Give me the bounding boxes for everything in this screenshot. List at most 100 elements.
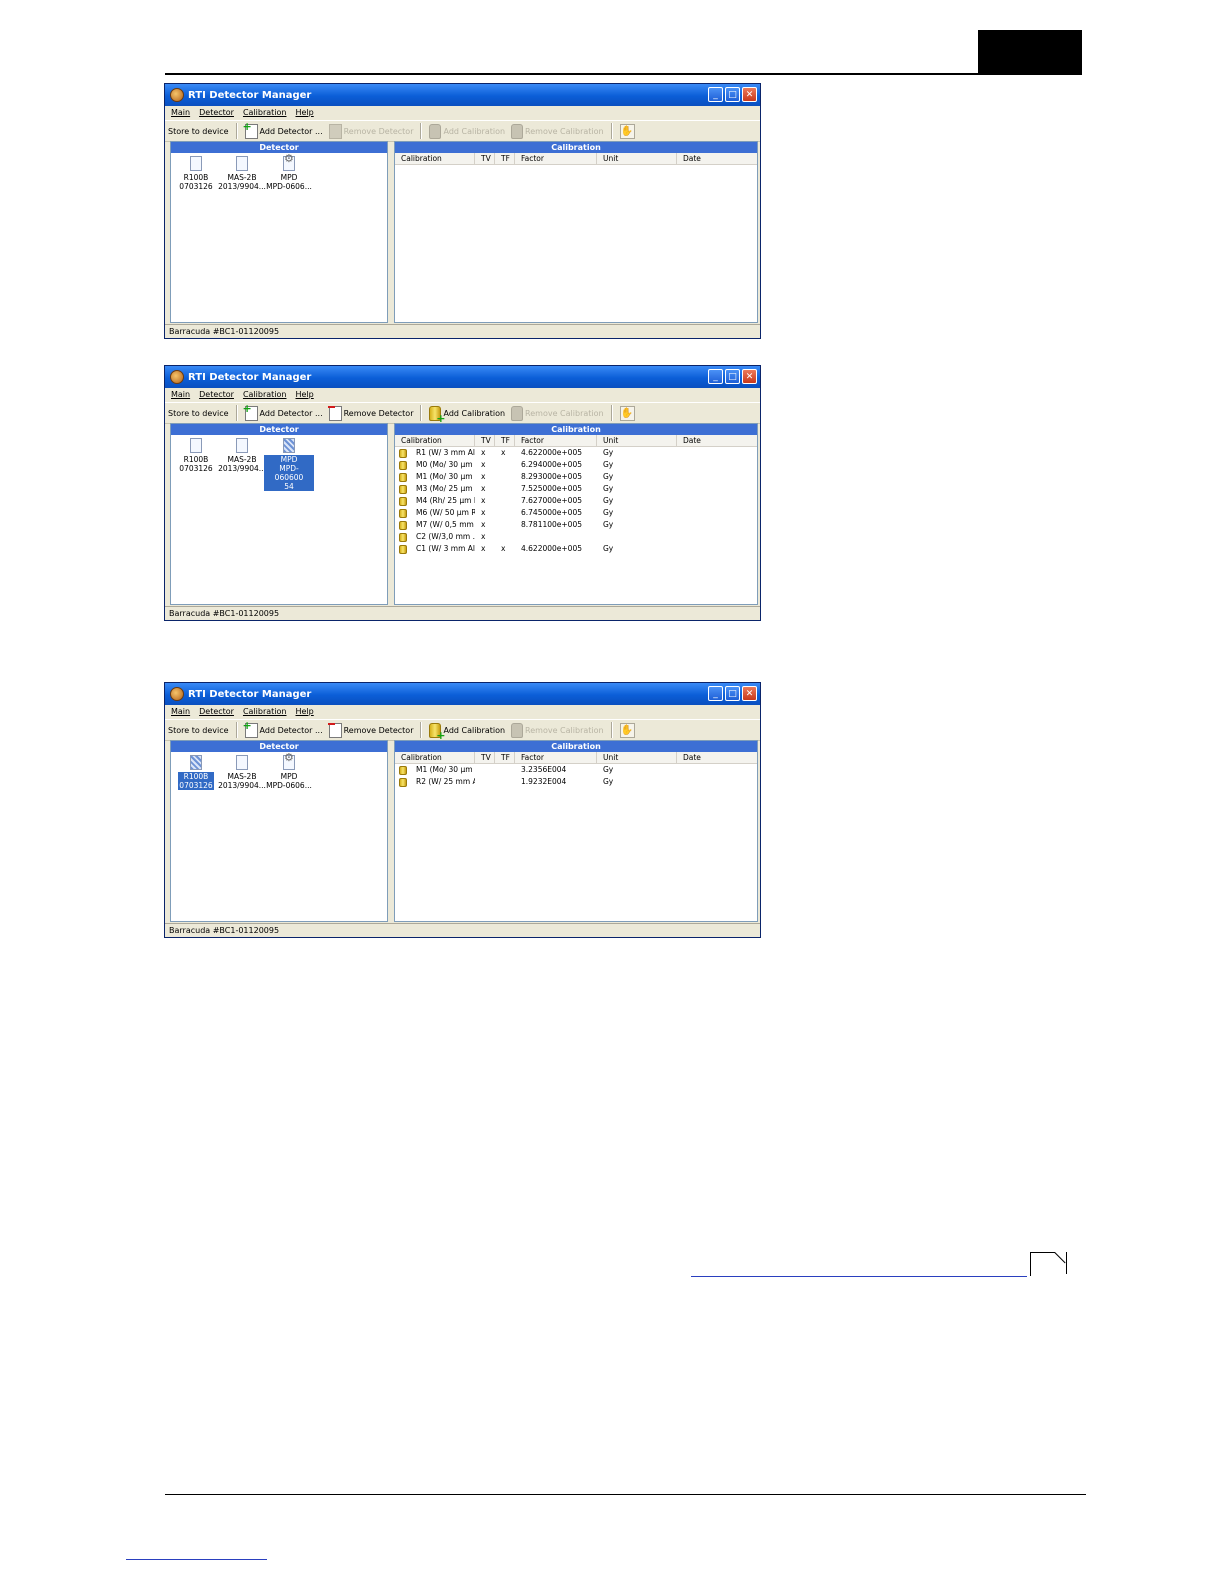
- add-calibration-button[interactable]: Add Calibration: [426, 722, 508, 742]
- col-factor[interactable]: Factor: [515, 153, 597, 164]
- detector-name: MPD: [280, 772, 298, 781]
- col-date[interactable]: Date: [677, 153, 757, 164]
- tf-value: x: [501, 448, 506, 457]
- maximize-button[interactable]: □: [725, 686, 740, 701]
- close-button[interactable]: ✕: [742, 686, 757, 701]
- remove-detector-button[interactable]: Remove Detector: [326, 123, 417, 139]
- remove-calibration-label: Remove Calibration: [525, 126, 604, 136]
- col-unit[interactable]: Unit: [597, 153, 677, 164]
- add-calibration-button[interactable]: Add Calibration: [426, 123, 508, 139]
- col-calibration[interactable]: Calibration: [395, 153, 475, 164]
- menu-main[interactable]: Main: [171, 707, 190, 716]
- calibration-row[interactable]: M6 (W/ 50 µm Rh) x 6.745000e+005 Gy: [395, 507, 757, 519]
- titlebar[interactable]: RTI Detector Manager _ □ ✕: [165, 683, 760, 705]
- calibration-row[interactable]: M0 (Mo/ 30 µm ... x 6.294000e+005 Gy: [395, 459, 757, 471]
- date-value: [677, 531, 757, 543]
- titlebar[interactable]: RTI Detector Manager _ □ ✕: [165, 84, 760, 106]
- minimize-button[interactable]: _: [708, 686, 723, 701]
- calibration-row[interactable]: C2 (W/3,0 mm ... x: [395, 531, 757, 543]
- add-calibration-button[interactable]: Add Calibration: [426, 405, 508, 425]
- close-button[interactable]: ✕: [742, 87, 757, 102]
- menu-calibration[interactable]: Calibration: [243, 390, 287, 399]
- detector-item-mas-2b[interactable]: MAS-2B 2013/9904...: [217, 438, 267, 473]
- window-title: RTI Detector Manager: [188, 371, 312, 383]
- menu-calibration[interactable]: Calibration: [243, 707, 287, 716]
- store-to-device-button[interactable]: Store to device: [165, 409, 232, 418]
- menu-detector[interactable]: Detector: [199, 390, 234, 399]
- hand-tool-button[interactable]: ✋: [617, 123, 638, 139]
- factor-value: 4.622000e+005: [521, 544, 582, 553]
- calibration-panel: Calibration Calibration TV TF Factor Uni…: [394, 141, 758, 323]
- close-button[interactable]: ✕: [742, 369, 757, 384]
- menu-detector[interactable]: Detector: [199, 108, 234, 117]
- col-tf[interactable]: TF: [495, 153, 515, 164]
- hand-tool-button[interactable]: ✋: [617, 722, 638, 738]
- remove-calibration-button[interactable]: Remove Calibration: [508, 722, 607, 738]
- store-to-device-button[interactable]: Store to device: [165, 726, 232, 735]
- add-detector-label: Add Detector ...: [259, 408, 323, 418]
- menu-help[interactable]: Help: [296, 707, 314, 716]
- detector-serial: 2013/9904...: [218, 182, 266, 191]
- add-detector-button[interactable]: Add Detector ...: [242, 719, 326, 738]
- col-factor[interactable]: Factor: [515, 752, 597, 763]
- detector-item-mpd[interactable]: MPDMPD-0606...: [264, 154, 314, 191]
- detector-file-icon: [190, 438, 202, 453]
- add-detector-button[interactable]: Add Detector ...: [242, 120, 326, 139]
- col-tv[interactable]: TV: [475, 435, 495, 446]
- col-tv[interactable]: TV: [475, 153, 495, 164]
- menu-help[interactable]: Help: [296, 390, 314, 399]
- col-factor[interactable]: Factor: [515, 435, 597, 446]
- reference-link-underline[interactable]: [691, 1276, 1027, 1277]
- detector-item-r100b[interactable]: R100B 0703126: [171, 438, 221, 473]
- detector-item-mas-2b[interactable]: MAS-2B 2013/9904...: [217, 755, 267, 790]
- col-date[interactable]: Date: [677, 752, 757, 763]
- col-unit[interactable]: Unit: [597, 435, 677, 446]
- menu-main[interactable]: Main: [171, 108, 190, 117]
- col-calibration[interactable]: Calibration: [395, 752, 475, 763]
- footer-link-underline[interactable]: [126, 1559, 267, 1560]
- hand-icon: ✋: [619, 405, 635, 421]
- remove-detector-button[interactable]: Remove Detector: [326, 405, 417, 421]
- menu-detector[interactable]: Detector: [199, 707, 234, 716]
- remove-calibration-button[interactable]: Remove Calibration: [508, 123, 607, 139]
- menu-main[interactable]: Main: [171, 390, 190, 399]
- add-detector-button[interactable]: Add Detector ...: [242, 402, 326, 421]
- detector-name: MAS-2B: [227, 455, 257, 464]
- calibration-row[interactable]: M3 (Mo/ 25 µm ... x 7.525000e+005 Gy: [395, 483, 757, 495]
- calibration-row[interactable]: M4 (Rh/ 25 µm Rh) x 7.627000e+005 Gy: [395, 495, 757, 507]
- calibration-row[interactable]: C1 (W/ 3 mm Al) x x 4.622000e+005 Gy: [395, 543, 757, 555]
- date-value: [677, 543, 757, 555]
- calibration-icon: [399, 544, 407, 554]
- tv-value: [475, 776, 495, 788]
- calibration-icon: [399, 765, 407, 775]
- calibration-row[interactable]: M1 (Mo/ 30 µm ... x 8.293000e+005 Gy: [395, 471, 757, 483]
- remove-detector-button[interactable]: Remove Detector: [326, 722, 417, 738]
- detector-item-mpd[interactable]: MPD MPD-060600 54: [264, 438, 314, 491]
- titlebar[interactable]: RTI Detector Manager _ □ ✕: [165, 366, 760, 388]
- col-unit[interactable]: Unit: [597, 752, 677, 763]
- col-tf[interactable]: TF: [495, 435, 515, 446]
- detector-item-r100b[interactable]: R100B 0703126: [171, 755, 221, 790]
- maximize-button[interactable]: □: [725, 369, 740, 384]
- calibration-row[interactable]: R2 (W/ 25 mm Al) 1.9232E004 Gy: [395, 776, 757, 788]
- calibration-row[interactable]: R1 (W/ 3 mm Al) x x 4.622000e+005 Gy: [395, 447, 757, 459]
- maximize-button[interactable]: □: [725, 87, 740, 102]
- minimize-button[interactable]: _: [708, 87, 723, 102]
- remove-calibration-button[interactable]: Remove Calibration: [508, 405, 607, 421]
- col-date[interactable]: Date: [677, 435, 757, 446]
- menu-help[interactable]: Help: [296, 108, 314, 117]
- calibration-row[interactable]: M7 (W/ 0,5 mm Al) x 8.781100e+005 Gy: [395, 519, 757, 531]
- tf-value: [495, 764, 515, 776]
- hand-tool-button[interactable]: ✋: [617, 405, 638, 421]
- remove-detector-label: Remove Detector: [343, 126, 414, 136]
- menu-calibration[interactable]: Calibration: [243, 108, 287, 117]
- store-to-device-button[interactable]: Store to device: [165, 127, 232, 136]
- calibration-row[interactable]: M1 (Mo/ 30 µm ... 3.2356E004 Gy: [395, 764, 757, 776]
- minimize-button[interactable]: _: [708, 369, 723, 384]
- col-tf[interactable]: TF: [495, 752, 515, 763]
- col-calibration[interactable]: Calibration: [395, 435, 475, 446]
- col-tv[interactable]: TV: [475, 752, 495, 763]
- detector-item-mpd[interactable]: MPDMPD-0606...: [264, 753, 314, 790]
- detector-item-r100b[interactable]: R100B 0703126: [171, 156, 221, 191]
- detector-item-mas-2b[interactable]: MAS-2B 2013/9904...: [217, 156, 267, 191]
